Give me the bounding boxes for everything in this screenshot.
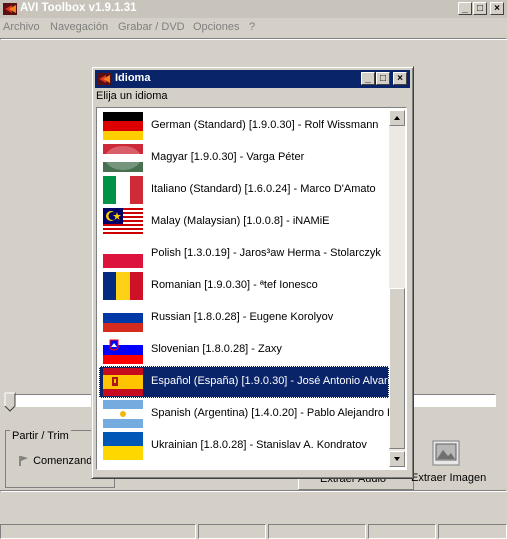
language-label: Spanish (Argentina) [1.4.0.20] - Pablo A…: [151, 407, 402, 419]
dialog-maximize-button[interactable]: □: [376, 72, 390, 85]
language-label: Russian [1.8.0.28] - Eugene Korolyov: [151, 311, 334, 323]
flag-icon: [19, 456, 28, 467]
malaysia-flag-icon: [103, 208, 143, 236]
language-list-item[interactable]: Polish [1.3.0.19] - Jaros³aw Herma - Sto…: [99, 238, 389, 270]
argentina-flag-icon: [103, 400, 143, 428]
language-label: Polish [1.3.0.19] - Jaros³aw Herma - Sto…: [151, 247, 381, 259]
close-button[interactable]: ×: [490, 2, 504, 15]
language-label: Slovenian [1.8.0.28] - Zaxy: [151, 343, 282, 355]
status-panel-4: [368, 524, 436, 539]
arrow-up-icon: [394, 116, 400, 120]
status-panel-5: [438, 524, 507, 539]
poland-flag-icon: [103, 240, 143, 268]
language-list-item[interactable]: Romanian [1.9.0.30] - ªtef Ionesco: [99, 270, 389, 302]
app-icon: [97, 73, 111, 85]
arrow-down-icon: [394, 457, 400, 461]
status-separator: [0, 490, 507, 492]
language-list-item[interactable]: Italiano (Standard) [1.6.0.24] - Marco D…: [99, 174, 389, 206]
language-list-item[interactable]: Magyar [1.9.0.30] - Varga Péter: [99, 142, 389, 174]
image-icon: [432, 440, 460, 466]
language-list-item[interactable]: Russian [1.8.0.28] - Eugene Korolyov: [99, 302, 389, 334]
comenzando-button[interactable]: Comenzando: [18, 455, 99, 467]
italy-flag-icon: [103, 176, 143, 204]
list-scrollbar[interactable]: [389, 110, 405, 467]
maximize-button[interactable]: □: [473, 2, 487, 15]
language-label: Romanian [1.9.0.30] - ªtef Ionesco: [151, 279, 318, 291]
scroll-thumb[interactable]: [389, 288, 405, 449]
status-panel-1: [0, 524, 196, 539]
language-label: Magyar [1.9.0.30] - Varga Péter: [151, 151, 305, 163]
slider-thumb[interactable]: [4, 392, 16, 412]
language-list-item[interactable]: Slovenian [1.8.0.28] - Zaxy: [99, 334, 389, 366]
language-label: Italiano (Standard) [1.6.0.24] - Marco D…: [151, 183, 376, 195]
menu-help[interactable]: ?: [249, 21, 255, 33]
comenzando-label: Comenzando: [33, 455, 99, 467]
russia-flag-icon: [103, 304, 143, 332]
menu-grabar-dvd[interactable]: Grabar / DVD: [118, 21, 185, 33]
extraer-imagen-label: Extraer Imagen: [411, 472, 487, 484]
language-label: Español (España) [1.9.0.30] - José Anton…: [151, 375, 400, 387]
ukraine-flag-icon: [103, 432, 143, 460]
hungary-flag-icon: [103, 144, 143, 172]
germany-flag-icon: [103, 112, 143, 140]
partir-trim-label: Partir / Trim: [10, 430, 71, 442]
minimize-button[interactable]: _: [458, 2, 472, 15]
language-list-item[interactable]: Español (España) [1.9.0.30] - José Anton…: [99, 366, 399, 398]
language-list-item[interactable]: Ukrainian [1.8.0.28] - Stanislav A. Kond…: [99, 430, 389, 462]
language-dialog: Idioma _ □ × Elija un idioma German (Sta…: [91, 66, 414, 479]
language-label: German (Standard) [1.9.0.30] - Rolf Wiss…: [151, 119, 379, 131]
status-panel-2: [198, 524, 266, 539]
spain-flag-icon: [103, 368, 143, 396]
language-list-item[interactable]: Malay (Malaysian) [1.0.0.8] - iNAMiE: [99, 206, 389, 238]
language-label: Ukrainian [1.8.0.28] - Stanislav A. Kond…: [151, 439, 367, 451]
menu-opciones[interactable]: Opciones: [193, 21, 239, 33]
scroll-up-button[interactable]: [389, 110, 405, 126]
dialog-minimize-button[interactable]: _: [361, 72, 375, 85]
romania-flag-icon: [103, 272, 143, 300]
scroll-down-button[interactable]: [389, 451, 405, 467]
language-list[interactable]: German (Standard) [1.9.0.30] - Rolf Wiss…: [96, 107, 407, 470]
dialog-prompt: Elija un idioma: [96, 90, 168, 102]
language-label: Malay (Malaysian) [1.0.0.8] - iNAMiE: [151, 215, 330, 227]
language-list-item[interactable]: Spanish (Argentina) [1.4.0.20] - Pablo A…: [99, 398, 401, 430]
menu-bar: Archivo Navegación Grabar / DVD Opciones…: [0, 19, 507, 37]
language-list-item[interactable]: German (Standard) [1.9.0.30] - Rolf Wiss…: [99, 110, 389, 142]
app-title: AVI Toolbox v1.9.1.31: [20, 2, 137, 14]
main-title-bar[interactable]: AVI Toolbox v1.9.1.31 _ □ ×: [0, 0, 507, 18]
dialog-close-button[interactable]: ×: [393, 72, 407, 85]
dialog-title: Idioma: [115, 72, 151, 84]
slovenia-flag-icon: [103, 336, 143, 364]
status-panel-3: [268, 524, 366, 539]
menu-navegacion[interactable]: Navegación: [50, 21, 108, 33]
app-icon: [3, 3, 17, 15]
extraer-imagen-button[interactable]: Extraer Imagen: [411, 440, 504, 490]
menu-archivo[interactable]: Archivo: [3, 21, 40, 33]
menu-separator: [0, 38, 507, 40]
dialog-title-bar[interactable]: Idioma _ □ ×: [95, 70, 410, 88]
